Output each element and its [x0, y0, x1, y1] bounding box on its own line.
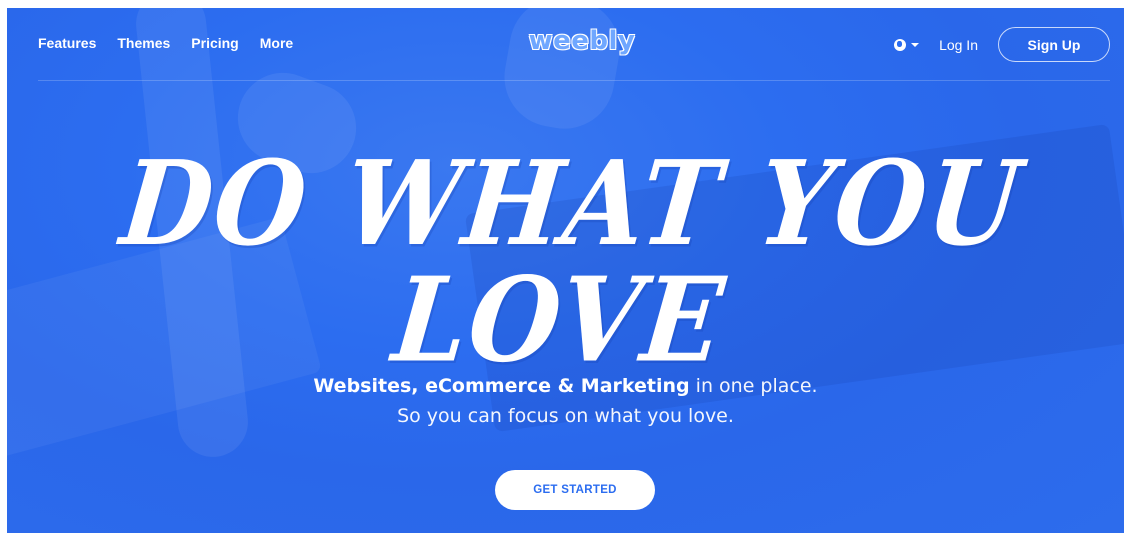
get-started-button[interactable]: GET STARTED: [495, 470, 655, 510]
language-selector[interactable]: [894, 38, 920, 51]
subtitle-rest: in one place.: [689, 375, 818, 397]
signup-button[interactable]: Sign Up: [998, 27, 1110, 62]
top-nav: Features Themes Pricing More weebly Log …: [7, 8, 1124, 80]
nav-actions: Log In Sign Up: [894, 27, 1110, 62]
globe-icon: [894, 38, 907, 51]
nav-link-more[interactable]: More: [260, 35, 293, 51]
subtitle-second-line: So you can focus on what you love.: [397, 405, 734, 427]
login-link[interactable]: Log In: [939, 37, 978, 53]
hero-subtitle: Websites, eCommerce & Marketing in one p…: [7, 371, 1124, 431]
nav-divider: [38, 80, 1110, 81]
nav-link-themes[interactable]: Themes: [117, 35, 170, 51]
nav-link-pricing[interactable]: Pricing: [191, 35, 238, 51]
nav-links: Features Themes Pricing More: [38, 35, 293, 51]
hero-section: Features Themes Pricing More weebly Log …: [7, 8, 1124, 533]
hero-headline: DO WHAT YOU LOVE: [115, 134, 1029, 389]
nav-link-features[interactable]: Features: [38, 35, 96, 51]
subtitle-bold: Websites, eCommerce & Marketing: [313, 375, 690, 397]
caret-down-icon: [911, 42, 920, 47]
weebly-logo[interactable]: weebly: [522, 26, 642, 56]
